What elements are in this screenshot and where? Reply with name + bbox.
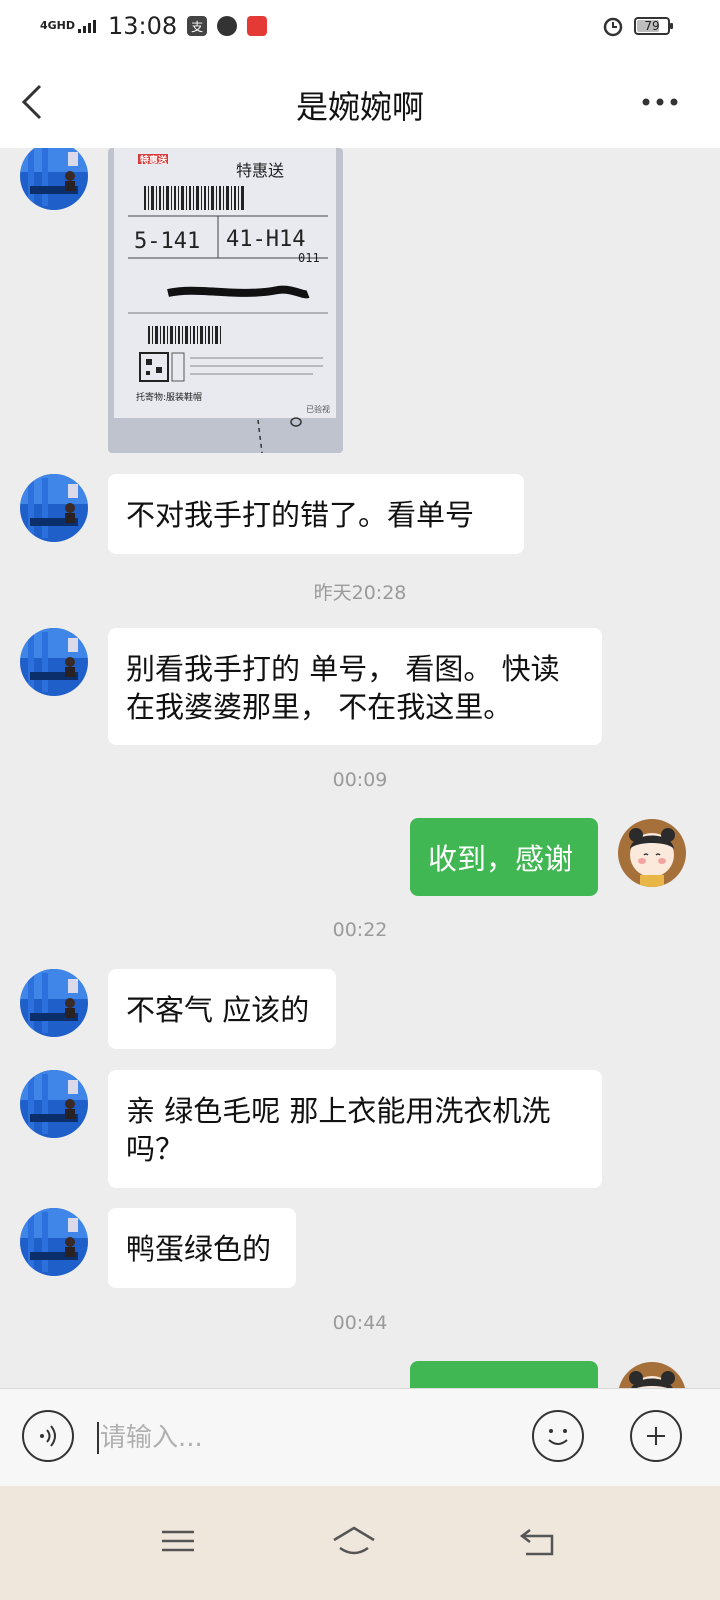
my-avatar[interactable] (618, 819, 686, 887)
menu-icon[interactable] (158, 1524, 198, 1558)
message-timestamp: 00:09 (332, 769, 388, 791)
contact-avatar[interactable] (20, 474, 88, 542)
emoji-icon (548, 1429, 568, 1445)
plus-button[interactable] (630, 1410, 682, 1462)
label-sort-code: 5-141 (134, 229, 200, 254)
alipay-icon: 支 (187, 16, 208, 36)
network-type: 4GHD (40, 19, 76, 32)
return-icon[interactable] (518, 1524, 558, 1558)
shopping-app-icon (247, 16, 268, 36)
message-timestamp: 昨天20:28 (313, 582, 407, 604)
chat-message-list[interactable]: 特惠送 特惠送 5-141 41-H14 011 托寄物:服装鞋帽 已验视 不对… (0, 148, 720, 1388)
message-bubble-received[interactable]: 亲 绿色毛呢 那上衣能用洗衣机洗吗？ (108, 1070, 602, 1188)
message-bubble-received[interactable]: 不客气 应该的 (108, 969, 336, 1049)
status-bar: 4GHD 13:08 支 79 (0, 0, 720, 56)
chat-bubble-icon (217, 16, 238, 36)
label-inspected: 已验视 (306, 404, 330, 414)
home-icon[interactable] (330, 1524, 378, 1558)
battery-level: 79 (644, 19, 660, 33)
shipping-label-photo[interactable]: 特惠送 特惠送 5-141 41-H14 011 托寄物:服装鞋帽 已验视 (108, 148, 343, 453)
plus-icon (647, 1427, 665, 1445)
label-site-code: 011 (298, 251, 320, 265)
contact-avatar[interactable] (20, 148, 88, 210)
message-bubble-received[interactable]: 鸭蛋绿色的 (108, 1208, 296, 1288)
label-route-code: 41-H14 (226, 227, 305, 252)
more-dots-icon[interactable] (640, 90, 680, 114)
message-timestamp: 00:22 (332, 919, 388, 941)
status-time: 13:08 (108, 12, 178, 40)
message-bubble-received[interactable]: 别看我手打的 单号， 看图。 快读在我婆婆那里， 不在我这里。 (108, 628, 602, 745)
voice-button[interactable] (22, 1410, 74, 1462)
system-navigation-bar (0, 1486, 720, 1600)
contact-avatar[interactable] (20, 628, 88, 696)
contact-avatar[interactable] (20, 969, 88, 1037)
battery-icon: 79 (634, 17, 673, 35)
message-bubble-received[interactable]: 不对我手打的错了。看单号 (108, 474, 524, 554)
emoji-button[interactable] (532, 1410, 584, 1462)
alarm-icon (603, 17, 623, 37)
message-bubble-sent[interactable]: 收到，感谢 (410, 818, 598, 896)
my-avatar[interactable] (618, 1362, 686, 1388)
chat-title: 是婉婉啊 (295, 88, 424, 126)
chat-header: 是婉婉啊 (0, 56, 720, 148)
voice-icon (40, 1425, 56, 1447)
message-input-bar (0, 1388, 720, 1487)
contact-avatar[interactable] (20, 1070, 88, 1138)
label-jdl: 特惠送 (140, 154, 168, 166)
signal-icon (78, 19, 96, 33)
label-contents: 托寄物:服装鞋帽 (136, 391, 202, 403)
message-bubble-sent-partial[interactable] (410, 1361, 598, 1388)
label-service: 特惠送 (236, 161, 284, 180)
message-timestamp: 00:44 (332, 1312, 388, 1334)
message-input[interactable] (98, 1409, 522, 1467)
contact-avatar[interactable] (20, 1208, 88, 1276)
